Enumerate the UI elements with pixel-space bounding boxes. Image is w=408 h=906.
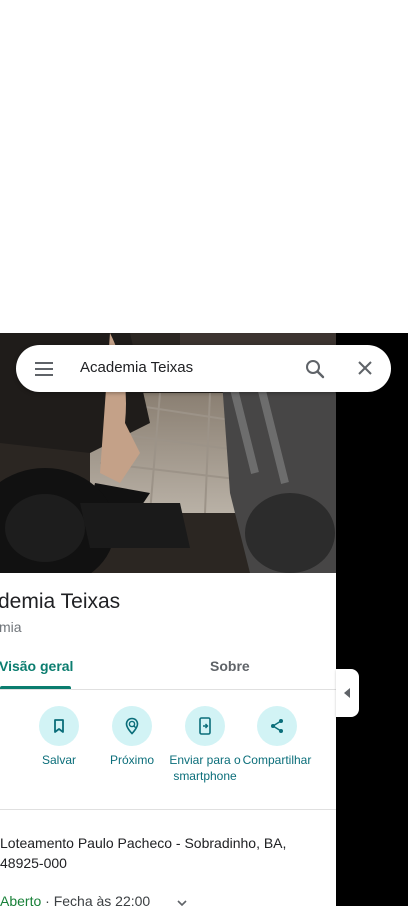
search-input[interactable]: Academia Teixas bbox=[80, 359, 193, 376]
close-icon[interactable] bbox=[356, 359, 374, 377]
nearby-icon bbox=[112, 706, 152, 746]
closing-time: · Fecha às 22:00 bbox=[41, 893, 151, 906]
tab-overview[interactable]: Visão geral bbox=[0, 658, 73, 674]
menu-icon[interactable] bbox=[34, 359, 54, 379]
directions-label: s bbox=[0, 752, 16, 768]
directions-button[interactable]: s bbox=[0, 706, 16, 768]
share-label: Compartilhar bbox=[242, 753, 312, 767]
opening-hours[interactable]: Aberto · Fecha às 22:00 bbox=[0, 893, 150, 906]
divider bbox=[0, 689, 336, 690]
save-label: Salvar bbox=[41, 753, 76, 767]
send-to-phone-button[interactable]: Enviar para o smartphone bbox=[167, 706, 243, 784]
send-to-phone-icon bbox=[185, 706, 225, 746]
divider bbox=[0, 809, 336, 810]
open-status: Aberto bbox=[0, 893, 42, 906]
chevron-down-icon[interactable] bbox=[175, 896, 189, 906]
place-address[interactable]: Loteamento Paulo Pacheco - Sobradinho, B… bbox=[0, 833, 330, 873]
send-to-phone-label: Enviar para o smartphone bbox=[169, 753, 241, 783]
tab-about[interactable]: Sobre bbox=[210, 658, 250, 674]
share-button[interactable]: Compartilhar bbox=[239, 706, 315, 768]
search-icon[interactable] bbox=[304, 358, 326, 380]
collapse-panel-button[interactable] bbox=[336, 669, 359, 717]
map-blank-area bbox=[0, 0, 408, 333]
arrow-left-icon bbox=[344, 688, 350, 698]
place-panel: demia Teixas mia Visão geral Sobre s Sal… bbox=[0, 573, 336, 906]
nearby-button[interactable]: Próximo bbox=[94, 706, 170, 768]
place-category: mia bbox=[0, 619, 22, 635]
map-dark-area bbox=[336, 333, 408, 906]
place-title: demia Teixas bbox=[0, 590, 121, 613]
search-bar[interactable]: Academia Teixas bbox=[16, 345, 391, 392]
nearby-label: Próximo bbox=[109, 753, 154, 767]
share-icon bbox=[257, 706, 297, 746]
save-button[interactable]: Salvar bbox=[21, 706, 97, 768]
bookmark-icon bbox=[39, 706, 79, 746]
